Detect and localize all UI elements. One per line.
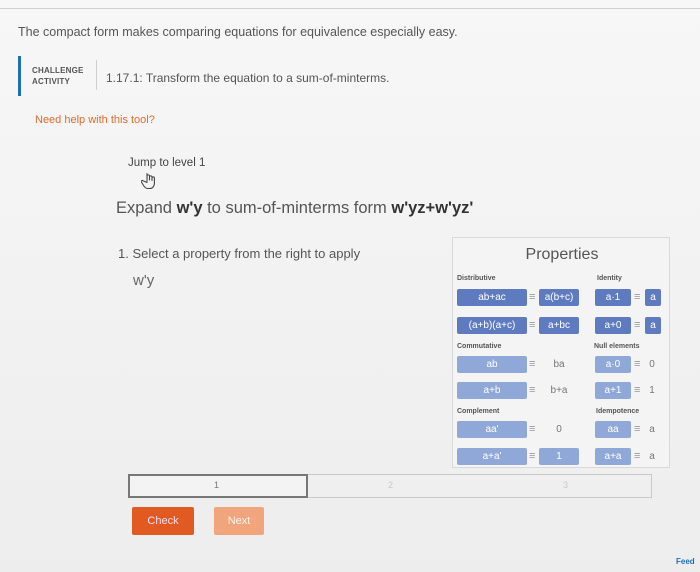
- complement-1-right[interactable]: 0: [539, 421, 579, 438]
- step-instruction: 1. Select a property from the right to a…: [118, 246, 361, 261]
- commutative-2-eq: ≡: [529, 384, 536, 396]
- jump-to-level-link[interactable]: Jump to level 1: [128, 157, 205, 169]
- help-link[interactable]: Need help with this tool?: [35, 114, 155, 126]
- page: The compact form makes comparing equatio…: [0, 0, 700, 572]
- identity-2-right[interactable]: a: [645, 317, 661, 334]
- null-2-right[interactable]: 1: [643, 382, 661, 399]
- distributive-1-eq: ≡: [529, 291, 536, 303]
- level-3-label: 3: [563, 480, 569, 490]
- distributive-1-right[interactable]: a(b+c): [539, 289, 579, 306]
- challenge-separator: [96, 60, 97, 90]
- null-1-right[interactable]: 0: [643, 356, 661, 373]
- feedback-link[interactable]: Feed: [676, 557, 695, 566]
- challenge-tag-line1: CHALLENGE: [32, 66, 84, 75]
- section-complement: Complement: [457, 408, 500, 415]
- section-null-elements: Null elements: [594, 343, 640, 350]
- commutative-1-eq: ≡: [529, 358, 536, 370]
- level-2-label: 2: [388, 480, 394, 490]
- null-1-left[interactable]: a·0: [595, 356, 631, 373]
- idempotence-1-eq: ≡: [634, 423, 641, 435]
- complement-1-eq: ≡: [529, 423, 536, 435]
- challenge-title: 1.17.1: Transform the equation to a sum-…: [106, 71, 390, 85]
- idempotence-1-left[interactable]: aa: [595, 421, 631, 438]
- section-distributive: Distributive: [457, 275, 496, 282]
- null-2-eq: ≡: [634, 384, 641, 396]
- idempotence-2-eq: ≡: [634, 450, 641, 462]
- expand-prefix: Expand: [116, 199, 172, 217]
- top-divider: [0, 8, 700, 9]
- distributive-2-eq: ≡: [529, 319, 536, 331]
- null-2-left[interactable]: a+1: [595, 382, 631, 399]
- properties-title: Properties: [525, 246, 599, 263]
- commutative-2-left[interactable]: a+b: [457, 382, 527, 399]
- challenge-accent-bar: [18, 56, 21, 96]
- section-idempotence: Idempotence: [596, 408, 640, 415]
- properties-panel: Properties Distributive ab+ac ≡ a(b+c) (…: [452, 237, 670, 468]
- section-identity: Identity: [597, 275, 622, 282]
- identity-2-eq: ≡: [634, 319, 641, 331]
- identity-1-eq: ≡: [634, 291, 641, 303]
- expand-instruction: Expand w'y to sum-of-minterms form w'yz+…: [116, 199, 473, 218]
- next-button[interactable]: Next: [214, 507, 264, 535]
- current-expression: w'y: [133, 272, 155, 289]
- challenge-activity-header: CHALLENGE ACTIVITY 1.17.1: Transform the…: [18, 56, 458, 96]
- identity-1-left[interactable]: a·1: [595, 289, 631, 306]
- commutative-1-left[interactable]: ab: [457, 356, 527, 373]
- idempotence-2-right[interactable]: a: [643, 448, 661, 465]
- idempotence-2-left[interactable]: a+a: [595, 448, 631, 465]
- commutative-2-right[interactable]: b+a: [539, 382, 579, 399]
- complement-2-right[interactable]: 1: [539, 448, 579, 465]
- expand-middle: to sum-of-minterms form: [207, 199, 387, 217]
- identity-1-right[interactable]: a: [645, 289, 661, 306]
- complement-1-left[interactable]: aa': [457, 421, 527, 438]
- check-button[interactable]: Check: [132, 507, 194, 535]
- idempotence-1-right[interactable]: a: [643, 421, 661, 438]
- hand-pointer-icon: [141, 172, 155, 190]
- distributive-1-left[interactable]: ab+ac: [457, 289, 527, 306]
- challenge-tag: CHALLENGE ACTIVITY: [32, 65, 84, 87]
- expand-term: w'y: [176, 199, 203, 217]
- level-1-label: 1: [214, 480, 220, 490]
- complement-2-left[interactable]: a+a': [457, 448, 527, 465]
- expand-target: w'yz+w'yz': [391, 199, 474, 217]
- section-commutative: Commutative: [457, 343, 502, 350]
- identity-2-left[interactable]: a+0: [595, 317, 631, 334]
- complement-2-eq: ≡: [529, 450, 536, 462]
- null-1-eq: ≡: [634, 358, 641, 370]
- intro-text: The compact form makes comparing equatio…: [18, 25, 458, 39]
- commutative-1-right[interactable]: ba: [539, 356, 579, 373]
- distributive-2-right[interactable]: a+bc: [539, 317, 579, 334]
- challenge-tag-line2: ACTIVITY: [32, 77, 71, 86]
- distributive-2-left[interactable]: (a+b)(a+c): [457, 317, 527, 334]
